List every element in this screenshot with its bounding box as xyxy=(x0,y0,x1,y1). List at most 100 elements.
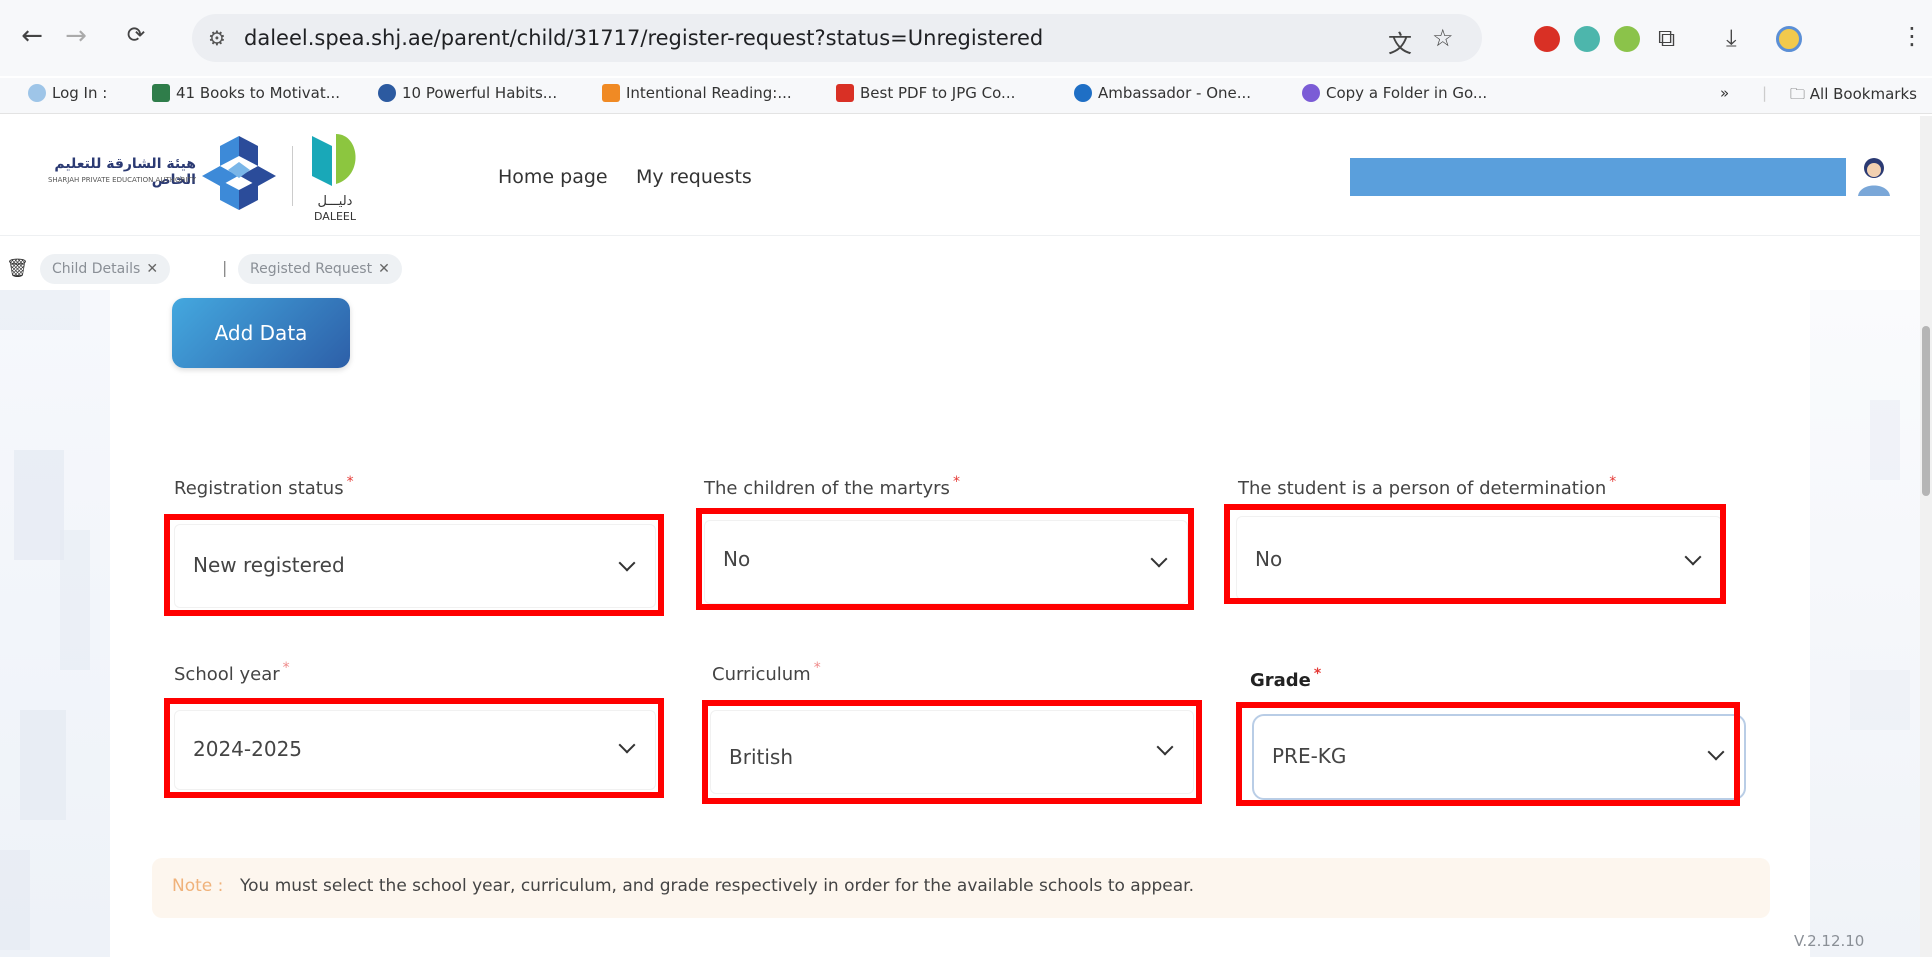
registration-status-label: Registration status * xyxy=(174,474,354,499)
app-version: V.2.12.10 xyxy=(1794,932,1865,950)
main-content: Add Data Registration status * New regist… xyxy=(0,290,1920,957)
all-bookmarks-label: All Bookmarks xyxy=(1809,85,1917,103)
address-bar[interactable]: ⚙ daleel.spea.shj.ae/parent/child/31717/… xyxy=(192,14,1482,62)
bookmark-label: Copy a Folder in Go... xyxy=(1326,84,1488,102)
decorative-shape xyxy=(1850,670,1910,730)
bookmark-item[interactable]: Copy a Folder in Go... xyxy=(1302,84,1487,102)
person-of-determination-label: The student is a person of determination… xyxy=(1238,474,1616,499)
tab-registed-request[interactable]: Registed Request ✕ xyxy=(238,254,402,284)
bookmark-favicon-icon xyxy=(1074,84,1092,102)
note-label: Note : xyxy=(172,876,224,896)
tab-child-details[interactable]: Child Details ✕ xyxy=(40,254,171,284)
highlight-box xyxy=(696,508,1194,610)
bookmark-favicon-icon xyxy=(378,84,396,102)
decorative-shape xyxy=(60,530,90,670)
add-data-button[interactable]: Add Data xyxy=(172,298,350,368)
download-icon[interactable]: ⤓ xyxy=(1726,24,1737,52)
bookmark-star-icon[interactable]: ☆ xyxy=(1432,24,1454,52)
bookmark-favicon-icon xyxy=(152,84,170,102)
label-text: The student is a person of determination xyxy=(1238,478,1607,499)
decorative-shape xyxy=(20,710,66,820)
decorative-shape xyxy=(1870,400,1900,480)
profile-icon[interactable] xyxy=(1776,26,1802,52)
bookmark-label: Intentional Reading:... xyxy=(626,84,792,102)
school-year-label: School year * xyxy=(174,660,290,685)
bookmark-label: Ambassador - One... xyxy=(1098,84,1252,102)
nav-home-page[interactable]: Home page xyxy=(498,166,608,188)
daleel-logo-icon[interactable] xyxy=(302,126,368,192)
menu-kebab-icon[interactable]: ⋮ xyxy=(1900,22,1924,50)
bookmark-favicon-icon xyxy=(28,84,46,102)
bookmark-label: Best PDF to JPG Co... xyxy=(860,84,1016,102)
bookmarks-bar: Log In : 41 Books to Motivat... 10 Power… xyxy=(0,78,1932,114)
open-tabs-row: 🗑 Child Details ✕ | Registed Request ✕ xyxy=(0,252,1932,288)
bookmark-item[interactable]: 10 Powerful Habits... xyxy=(378,84,557,102)
site-settings-icon[interactable]: ⚙ xyxy=(208,26,226,50)
more-bookmarks-button[interactable]: » xyxy=(1720,84,1729,102)
translate-icon[interactable]: 文 xyxy=(1388,24,1412,59)
decorative-shape xyxy=(0,290,80,330)
extension-icon[interactable] xyxy=(1614,26,1640,52)
reload-icon[interactable]: ⟳ xyxy=(118,18,154,54)
info-note: Note : You must select the school year, … xyxy=(152,858,1770,918)
highlight-box xyxy=(164,698,664,798)
tab-label: Registed Request xyxy=(250,261,373,277)
curriculum-label: Curriculum * xyxy=(712,660,821,685)
bookmark-favicon-icon xyxy=(1302,84,1320,102)
app-header: هيئة الشارقة للتعليم الخاص SHARJAH PRIVA… xyxy=(0,116,1932,236)
bookmark-item[interactable]: Ambassador - One... xyxy=(1074,84,1251,102)
redacted-user-name xyxy=(1350,158,1846,196)
nav-my-requests[interactable]: My requests xyxy=(636,166,752,188)
label-text: The children of the martyrs xyxy=(704,478,950,499)
nav-row: ← → ⟳ ⚙ daleel.spea.shj.ae/parent/child/… xyxy=(0,8,1932,64)
bookmark-label: 41 Books to Motivat... xyxy=(176,84,341,102)
bookmark-favicon-icon xyxy=(836,84,854,102)
scrollbar-thumb[interactable] xyxy=(1922,326,1930,496)
highlight-box xyxy=(164,514,664,616)
spea-logo-icon[interactable] xyxy=(198,132,280,214)
decorative-right-panel xyxy=(1810,290,1920,957)
daleel-arabic: دليـــل xyxy=(317,194,353,209)
bookmark-item[interactable]: 41 Books to Motivat... xyxy=(152,84,340,102)
required-mark: * xyxy=(813,660,821,676)
spea-name-english: SHARJAH PRIVATE EDUCATION AUTHORITY xyxy=(47,176,196,184)
required-mark: * xyxy=(1313,666,1322,682)
decorative-left-panel xyxy=(0,290,110,957)
extension-icon[interactable] xyxy=(1574,26,1600,52)
label-text: Registration status xyxy=(174,478,344,499)
decorative-shape xyxy=(14,450,64,560)
required-mark: * xyxy=(282,660,290,676)
bookmark-item[interactable]: Best PDF to JPG Co... xyxy=(836,84,1015,102)
extension-icon[interactable] xyxy=(1534,26,1560,52)
bookmark-item[interactable]: Log In : xyxy=(28,84,107,102)
browser-toolbar: ← → ⟳ ⚙ daleel.spea.shj.ae/parent/child/… xyxy=(0,0,1932,76)
label-text: Curriculum xyxy=(712,664,811,685)
bookmark-divider: | xyxy=(1762,84,1768,102)
tab-separator: | xyxy=(222,258,228,277)
all-bookmarks-button[interactable]: 🗀 All Bookmarks xyxy=(1790,84,1917,109)
required-mark: * xyxy=(346,474,354,490)
daleel-english: DALEEL xyxy=(314,210,356,223)
note-text: You must select the school year, curricu… xyxy=(240,876,1194,896)
grade-label: Grade * xyxy=(1250,666,1321,691)
folder-icon: 🗀 xyxy=(1790,85,1810,103)
close-icon[interactable]: ✕ xyxy=(146,261,158,277)
highlight-box xyxy=(1224,504,1726,604)
highlight-box xyxy=(1236,702,1740,806)
bookmark-label: Log In : xyxy=(52,84,108,102)
martyrs-children-label: The children of the martyrs * xyxy=(704,474,960,499)
highlight-box xyxy=(702,700,1202,804)
bookmark-favicon-icon xyxy=(602,84,620,102)
bookmark-item[interactable]: Intentional Reading:... xyxy=(602,84,792,102)
back-arrow-icon[interactable]: ← xyxy=(14,18,50,54)
required-mark: * xyxy=(952,474,960,490)
user-avatar-icon[interactable] xyxy=(1854,154,1894,198)
clear-tabs-icon[interactable]: 🗑 xyxy=(6,258,29,279)
label-text: Grade xyxy=(1250,670,1311,691)
close-icon[interactable]: ✕ xyxy=(378,261,390,277)
url-text[interactable]: daleel.spea.shj.ae/parent/child/31717/re… xyxy=(244,26,1043,50)
extensions-puzzle-icon[interactable]: ⧉ xyxy=(1658,24,1675,52)
page-scrollbar[interactable] xyxy=(1920,116,1932,957)
forward-arrow-icon[interactable]: → xyxy=(58,18,94,54)
tab-label: Child Details xyxy=(52,261,141,277)
